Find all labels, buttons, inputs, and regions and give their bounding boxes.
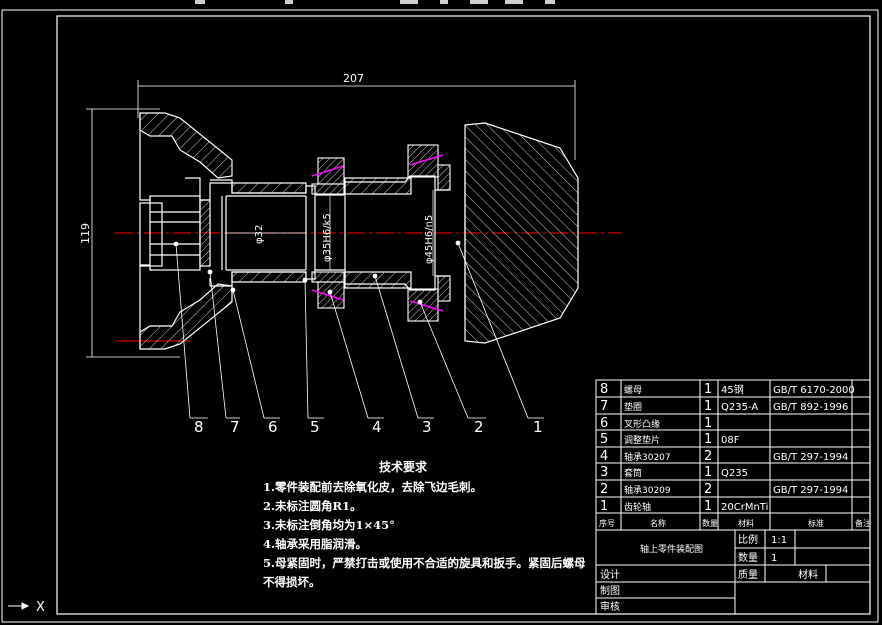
parts-row-qty: 1 [704,465,712,480]
drawing-name: 轴上零件装配图 [640,543,703,555]
parts-row-standard: GB/T 297-1994 [773,485,848,496]
tech-req-title: 技术要求 [378,460,427,474]
parts-row-qty: 2 [704,449,712,464]
scale-value: 1:1 [771,535,787,546]
parts-row-name: 调整垫片 [624,434,660,446]
design-label: 设计 [600,568,620,581]
balloon-numbers: 8 7 6 5 4 3 2 1 [194,418,543,436]
parts-row-material: 20CrMnTi [721,502,768,513]
parts-header-qty: 数量 [702,518,718,528]
material-label: 材料 [798,568,818,581]
parts-row-qty: 1 [704,382,712,397]
review-label: 审核 [600,600,620,613]
scale-label: 比例 [738,533,758,546]
parts-row-standard: GB/T 892-1996 [773,402,848,413]
bearing-30207-lower [311,271,345,309]
parts-row-no: 7 [600,399,608,414]
parts-row-material: 45钢 [721,383,744,396]
parts-row-material: Q235-A [721,402,758,413]
qty-value: 1 [771,553,777,564]
tech-req-item: 5.母紧固时，严禁打击或使用不合适的旋具和扳手。紧固后螺母 [263,556,586,570]
ucs-x-label: X [36,600,45,615]
technical-requirements: 技术要求 1.零件装配前去除氧化皮，去除飞边毛刺。 2.未标注圆角R1。 3.未… [263,458,586,592]
parts-header-standard: 标准 [808,518,824,528]
parts-row-no: 4 [600,449,608,464]
parts-row-material: Q235 [721,468,748,479]
title-block-text: 轴上零件装配图 比例 1:1 数量 1 质量 材料 设计 制图 审核 [600,533,818,613]
parts-row-qty: 1 [704,416,712,431]
parts-row-name: 齿轮轴 [624,501,651,513]
tech-req-item: 4.轴承采用脂润滑。 [263,537,368,551]
pinion-gear [464,122,579,344]
bearing-30207-upper [311,157,345,195]
balloon-4: 4 [372,418,382,436]
parts-row-no: 8 [600,382,608,397]
parts-row-no: 1 [600,499,608,514]
balloon-3: 3 [422,418,432,436]
parts-row-standard: GB/T 297-1994 [773,452,848,463]
balloon-5: 5 [310,418,320,436]
parts-row-name: 螺母 [624,385,642,396]
dim-119-text: 119 [79,223,92,244]
bearing-30209-upper [407,144,451,191]
parts-header-remark: 备注 [855,518,871,528]
shaft-dimensions: φ32 φ35H6/k5 φ45H6/n5 [226,190,435,276]
dim-207-text: 207 [343,72,364,85]
balloon-2: 2 [474,418,484,436]
bearing-30209-lower [407,275,451,322]
parts-row-name: 垫圈 [624,401,642,413]
parts-row-name: 套筒 [624,467,642,479]
dim-shaft-1-text: φ35H6/k5 [322,213,333,262]
draw-label: 制图 [600,584,620,597]
balloon-8: 8 [194,418,204,436]
title-block [595,529,871,615]
parts-header-name: 名称 [650,518,666,528]
parts-row-no: 5 [600,432,608,447]
ucs-icon: X [8,600,45,615]
parts-row-standard: GB/T 6170-2000 [773,385,855,396]
tech-req-item: 2.未标注圆角R1。 [263,499,362,513]
balloon-1: 1 [533,418,543,436]
parts-row-material: 08F [721,435,740,446]
tech-req-item: 1.零件装配前去除氧化皮，去除飞边毛刺。 [263,480,483,494]
parts-row-name: 轴承30207 [624,451,671,463]
yoke-flange [139,112,233,350]
parts-row-name: 轴承30209 [624,484,671,496]
qty-label: 数量 [738,551,758,564]
mass-label: 质量 [738,569,758,581]
balloon-7: 7 [230,418,240,436]
parts-row-no: 6 [600,416,608,431]
parts-row-no: 2 [600,482,608,497]
parts-header-no: 序号 [599,518,615,528]
parts-list-rows: 8 螺母 1 45钢 GB/T 6170-2000 7 垫圈 1 Q235-A GB/T 892-… [599,382,871,528]
parts-row-qty: 1 [704,432,712,447]
parts-row-qty: 2 [704,482,712,497]
parts-row-qty: 1 [704,399,712,414]
tech-req-item: 不得损坏。 [263,575,321,589]
parts-row-no: 3 [600,465,608,480]
balloon-6: 6 [268,418,278,436]
parts-row-qty: 1 [704,499,712,514]
dim-shaft-2-text: φ45H6/n5 [424,215,435,264]
parts-row-name: 叉形凸缘 [624,418,660,430]
parts-header-material: 材料 [738,518,754,528]
tech-req-item: 3.未标注倒角均为1×45° [263,518,395,532]
dim-bore-text: φ32 [254,225,265,244]
